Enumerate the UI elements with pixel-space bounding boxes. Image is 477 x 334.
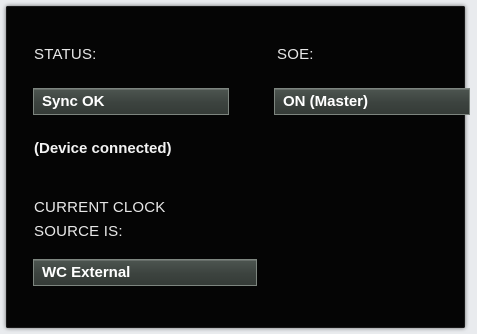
soe-label: SOE: xyxy=(277,46,314,63)
soe-value-field: ON (Master) xyxy=(274,88,470,115)
clock-source-value-field: WC External xyxy=(33,259,257,286)
status-label: STATUS: xyxy=(34,46,97,63)
device-connection-note: (Device connected) xyxy=(34,140,172,157)
clock-source-label-line1: CURRENT CLOCK xyxy=(34,199,166,216)
clock-source-label-line2: SOURCE IS: xyxy=(34,223,123,240)
status-value-field: Sync OK xyxy=(33,88,229,115)
device-status-panel: STATUS: SOE: Sync OK ON (Master) (Device… xyxy=(6,6,470,328)
